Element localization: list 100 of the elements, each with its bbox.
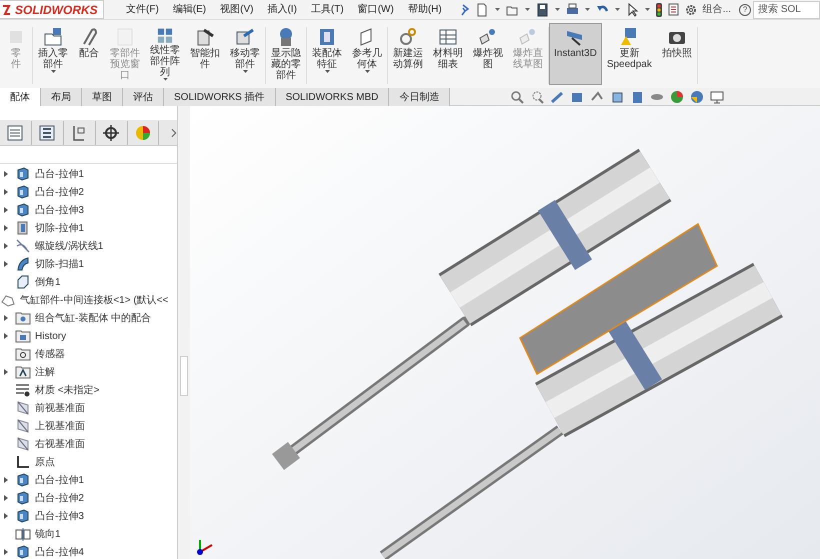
ribbon-button[interactable]: 显示隐 藏的零 部件	[266, 23, 306, 85]
folder-icon	[15, 328, 31, 344]
tree-item[interactable]: 凸台-拉伸3	[34, 508, 85, 524]
view-orientation-icon[interactable]	[610, 90, 624, 104]
ribbon-button[interactable]: 爆炸视 图	[468, 23, 508, 85]
ribbon-button[interactable]: 材料明 细表	[428, 23, 468, 85]
tree-item[interactable]: 材质 <未指定>	[34, 382, 100, 398]
ribbon-button[interactable]: 插入零 部件	[33, 23, 73, 85]
zoom-to-fit-icon[interactable]	[510, 90, 524, 104]
expand-arrow-icon[interactable]	[4, 171, 8, 177]
tree-item[interactable]: 前视基准面	[34, 400, 86, 416]
tree-item[interactable]: 凸台-拉伸2	[34, 490, 85, 506]
tree-item[interactable]: 凸台-拉伸3	[34, 202, 85, 218]
tree-item[interactable]: 凸台-拉伸2	[34, 184, 85, 200]
ribbon-tab[interactable]: SOLIDWORKS MBD	[276, 88, 390, 106]
menu-item[interactable]: 帮助(H)	[408, 2, 442, 17]
appearance-icon[interactable]	[670, 90, 684, 104]
color-wheel-icon	[134, 124, 152, 142]
tree-item[interactable]: 注解	[34, 364, 56, 380]
expand-arrow-icon[interactable]	[4, 369, 8, 375]
extrude-feature-icon	[15, 544, 31, 559]
folder-icon	[15, 364, 31, 380]
menu-item[interactable]: 编辑(E)	[172, 2, 206, 17]
save-icon[interactable]	[536, 2, 549, 16]
expand-arrow-icon[interactable]	[4, 315, 8, 321]
chamfer-icon	[15, 274, 31, 290]
ribbon-button[interactable]: 智能扣 件	[185, 23, 225, 85]
ribbon-button[interactable]: Instant3D	[549, 23, 602, 85]
tree-item[interactable]: 组合气缸-装配体 中的配合	[34, 310, 152, 326]
dynamic-annotation-icon[interactable]	[590, 90, 604, 104]
traffic-light-icon[interactable]	[656, 2, 662, 16]
zoom-area-icon[interactable]	[530, 90, 544, 104]
ribbon-button[interactable]: 配合	[73, 23, 105, 85]
tree-item[interactable]: 凸台-拉伸1	[34, 472, 85, 488]
tree-item[interactable]: 原点	[34, 454, 56, 470]
ribbon-button[interactable]: 线性零 部件阵 列	[145, 23, 185, 85]
caret-icon[interactable]	[494, 8, 500, 12]
menu-item[interactable]: 文件(F)	[126, 2, 159, 17]
helix-icon	[15, 238, 31, 254]
menu-item[interactable]: 工具(T)	[310, 2, 344, 17]
settings-icon[interactable]	[684, 4, 697, 16]
tree-item[interactable]: 镜向1	[34, 526, 62, 542]
logo-icon	[1, 4, 11, 16]
expand-arrow-icon[interactable]	[4, 549, 8, 555]
expand-arrow-icon[interactable]	[4, 189, 8, 195]
expand-arrow-icon[interactable]	[4, 243, 8, 249]
tree-item[interactable]: 倒角1	[34, 274, 62, 290]
file-properties-icon[interactable]	[668, 3, 679, 16]
search-field[interactable]: 搜索 SOL	[753, 0, 820, 18]
tree-item[interactable]: History	[34, 328, 68, 344]
ribbon-button[interactable]: 更新 Speedpak	[602, 23, 657, 85]
tree-item[interactable]: 切除-扫描1	[34, 256, 85, 272]
mirror-icon	[15, 526, 31, 542]
expand-arrow-icon[interactable]	[4, 513, 8, 519]
expand-arrow-icon[interactable]	[4, 333, 8, 339]
new-document-icon[interactable]	[476, 2, 489, 16]
caret-icon[interactable]	[554, 8, 560, 12]
tree-item[interactable]: 右视基准面	[34, 436, 86, 452]
tree-item[interactable]: 螺旋线/涡状线1	[34, 238, 104, 254]
ribbon-tab[interactable]: 布局	[41, 88, 82, 106]
tree-item[interactable]: 凸台-拉伸1	[34, 166, 85, 182]
configuration-label[interactable]: 组合...	[702, 2, 732, 17]
ribbon-button[interactable]: 新建运 动算例	[388, 23, 428, 85]
expand-arrow-icon[interactable]	[4, 495, 8, 501]
ribbon-button[interactable]: 装配体 特征	[307, 23, 347, 85]
caret-icon[interactable]	[644, 8, 650, 12]
ribbon-tab[interactable]: 今日制造	[389, 88, 450, 106]
menu-item[interactable]: 窗口(W)	[358, 2, 394, 17]
tree-item[interactable]: 传感器	[34, 346, 66, 362]
help-button[interactable]: ?	[739, 4, 752, 16]
ribbon-tab[interactable]: 评估	[123, 88, 164, 106]
expand-arrow-icon[interactable]	[4, 207, 8, 213]
extrude-feature-icon	[15, 166, 31, 182]
ribbon-button[interactable]: 移动零 部件	[225, 23, 265, 85]
ribbon-tab[interactable]: 草图	[82, 88, 123, 106]
select-arrow-icon[interactable]	[626, 2, 639, 16]
caret-icon[interactable]	[584, 8, 590, 12]
scene-icon[interactable]	[690, 90, 704, 104]
previous-view-icon[interactable]	[550, 90, 564, 104]
ribbon-button[interactable]: 参考几 何体	[347, 23, 387, 85]
menu-item[interactable]: 视图(V)	[220, 2, 254, 17]
caret-icon[interactable]	[614, 8, 620, 12]
expand-arrow-icon[interactable]	[4, 261, 8, 267]
tree-item[interactable]: 上视基准面	[34, 418, 86, 434]
expand-arrow-icon[interactable]	[4, 477, 8, 483]
monitor-icon[interactable]	[710, 90, 724, 104]
caret-icon[interactable]	[524, 8, 530, 12]
chevron-right-icon[interactable]	[171, 128, 177, 138]
tree-item[interactable]: 切除-拉伸1	[34, 220, 85, 236]
tree-item[interactable]: 气缸部件-中间连接板<1> (默认<<	[19, 292, 170, 308]
ribbon-tab[interactable]: 配体	[0, 88, 41, 106]
print-icon[interactable]	[566, 2, 579, 16]
menu-item[interactable]: 插入(I)	[267, 2, 297, 17]
origin-icon	[15, 454, 31, 470]
ribbon-button[interactable]: 拍快照	[656, 23, 697, 85]
scrollbar-thumb[interactable]	[180, 356, 188, 396]
ribbon-tab[interactable]: SOLIDWORKS 插件	[164, 88, 276, 106]
display-style-icon[interactable]	[630, 90, 644, 104]
tree-item[interactable]: 凸台-拉伸4	[34, 544, 85, 559]
expand-arrow-icon[interactable]	[4, 225, 8, 231]
